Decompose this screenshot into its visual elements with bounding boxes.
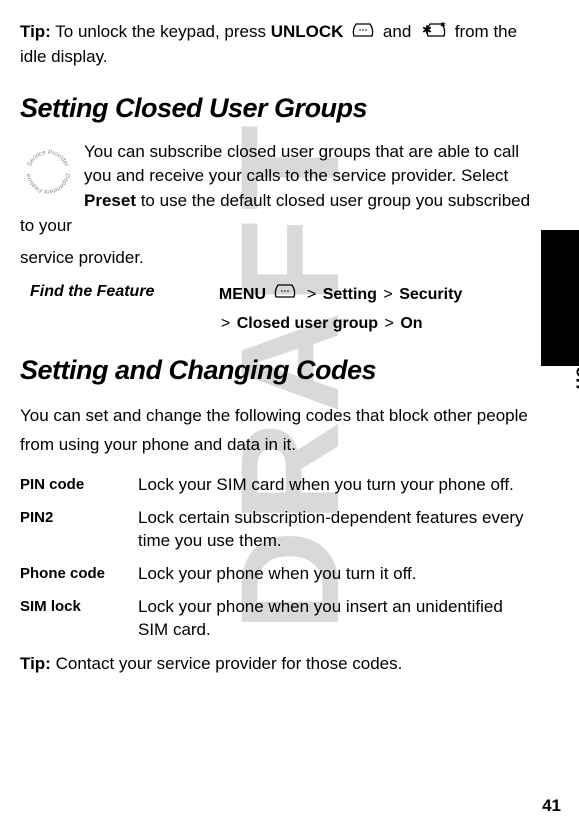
code-label: SIM lock — [20, 596, 138, 642]
codes-table: PIN code Lock your SIM card when you tur… — [20, 474, 531, 642]
code-row-pin2: PIN2 Lock certain subscription-dependent… — [20, 507, 531, 553]
tip-text-bottom: Contact your service provider for those … — [51, 654, 403, 673]
softkey-icon — [350, 20, 376, 45]
tip-text-2: and — [378, 22, 416, 41]
codes-intro-text: You can set and change the following cod… — [20, 402, 531, 460]
page-content: Tip: To unlock the keypad, press UNLOCK … — [0, 0, 579, 830]
tip-label: Tip: — [20, 22, 51, 41]
gt-3: > — [221, 315, 230, 332]
gt-2: > — [383, 286, 392, 303]
cug-body-c: service provider. — [20, 246, 531, 271]
closed-user-groups-body: You can subscribe closed user groups tha… — [20, 140, 531, 239]
code-label: PIN2 — [20, 507, 138, 553]
nav-on: On — [400, 315, 422, 332]
svg-text:Service Provider: Service Provider — [26, 149, 70, 168]
code-label: PIN code — [20, 474, 138, 497]
tip-label-2: Tip: — [20, 654, 51, 673]
nav-security: Security — [399, 286, 462, 303]
nav-closed-user-group: Closed user group — [237, 315, 378, 332]
code-row-phone-code: Phone code Lock your phone when you turn… — [20, 563, 531, 586]
nav-setting: Setting — [323, 286, 377, 303]
heading-closed-user-groups: Setting Closed User Groups — [20, 93, 531, 124]
service-provider-circle-icon: Service Provider Dependent Feature — [20, 144, 76, 200]
code-row-sim-lock: SIM lock Lock your phone when you insert… — [20, 596, 531, 642]
code-desc: Lock certain subscription-dependent feat… — [138, 507, 531, 553]
service-provider-block: Service Provider Dependent Feature You c… — [20, 140, 531, 239]
cug-body-a: You can subscribe closed user groups tha… — [84, 142, 519, 186]
code-desc: Lock your SIM card when you turn your ph… — [138, 474, 514, 497]
gt-1: > — [307, 286, 316, 303]
tip-contact-provider: Tip: Contact your service provider for t… — [20, 654, 531, 674]
code-desc: Lock your phone when you turn it off. — [138, 563, 416, 586]
heading-setting-codes: Setting and Changing Codes — [20, 355, 531, 386]
svg-text:✱: ✱ — [440, 21, 446, 29]
code-desc: Lock your phone when you insert an unide… — [138, 596, 531, 642]
menu-softkey-icon — [272, 281, 298, 308]
gt-4: > — [385, 315, 394, 332]
find-the-feature: Find the Feature MENU > Setting > Securi… — [30, 281, 531, 338]
code-label: Phone code — [20, 563, 138, 586]
tip-text-1: To unlock the keypad, press — [51, 22, 271, 41]
code-row-pin: PIN code Lock your SIM card when you tur… — [20, 474, 531, 497]
tip-unlock-keypad: Tip: To unlock the keypad, press UNLOCK … — [20, 20, 531, 69]
svg-text:Dependent Feature: Dependent Feature — [25, 172, 71, 195]
nav-menu: MENU — [219, 286, 266, 303]
preset-label: Preset — [84, 191, 136, 210]
find-feature-label: Find the Feature — [30, 283, 154, 301]
menu-navigation-path: MENU > Setting > Security > Closed user … — [219, 281, 462, 338]
unlock-key-label: UNLOCK — [271, 22, 344, 41]
star-key-icon: ✱ ✱ — [418, 20, 448, 45]
